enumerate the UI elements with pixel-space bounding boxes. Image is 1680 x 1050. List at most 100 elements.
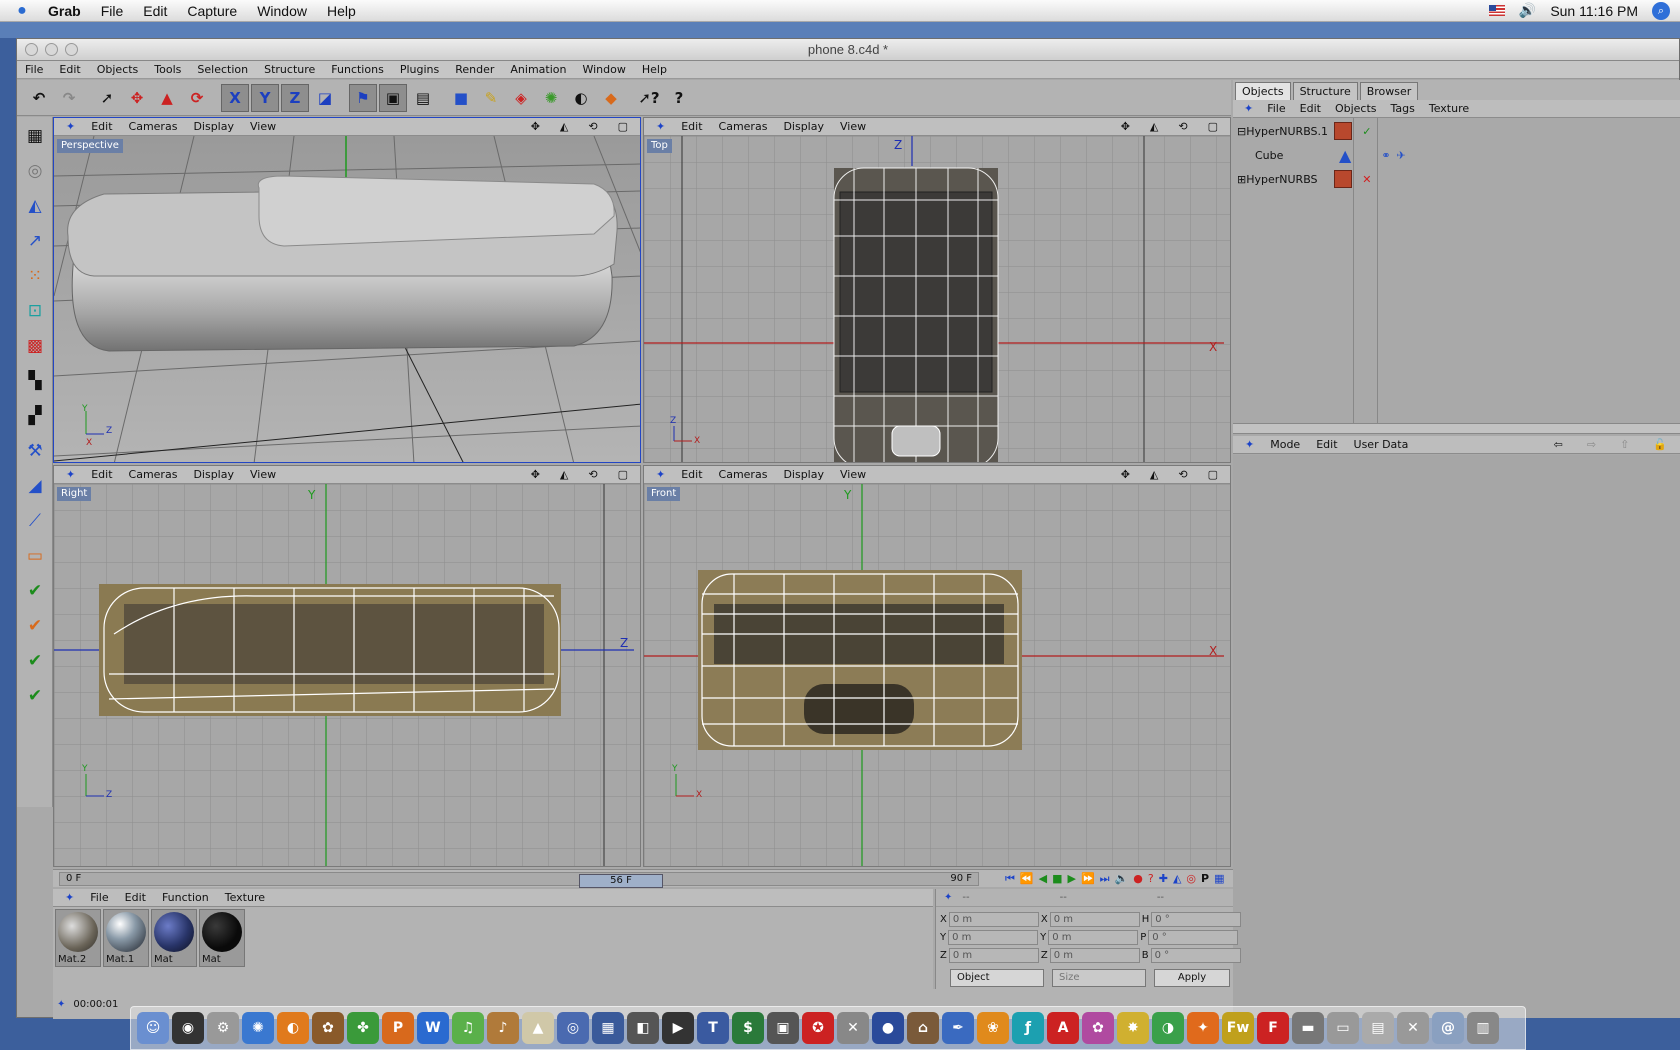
app-icon[interactable]: ✕ bbox=[837, 1012, 869, 1044]
system-preferences-icon[interactable]: ⚙ bbox=[207, 1012, 239, 1044]
rotate-view-icon[interactable]: ⟲ bbox=[1170, 468, 1195, 481]
viewport-perspective[interactable]: ✦ Edit Cameras Display View ✥ ◭ ⟲ ▢ Pers… bbox=[53, 117, 641, 463]
menu-plugins[interactable]: Plugins bbox=[392, 63, 447, 76]
move-tool-icon[interactable]: ✥ bbox=[123, 84, 151, 112]
help-pointer-icon[interactable]: ➚? bbox=[635, 84, 663, 112]
close-window-button[interactable] bbox=[25, 43, 38, 56]
attributes-pin-icon[interactable]: ✦ bbox=[1237, 438, 1262, 451]
viewport-canvas[interactable]: Perspective Y Z X bbox=[54, 135, 640, 462]
keyframe-help-icon[interactable]: ? bbox=[1148, 872, 1154, 886]
material-swatch[interactable]: Mat bbox=[199, 909, 245, 967]
mail-icon[interactable]: @ bbox=[1432, 1012, 1464, 1044]
animation-record-icon[interactable]: ✔ bbox=[19, 610, 51, 642]
y-axis-lock-icon[interactable]: Y bbox=[251, 83, 279, 112]
mat-menu-edit[interactable]: Edit bbox=[117, 891, 154, 904]
phong-tag-icon[interactable]: ⚭ bbox=[1381, 149, 1390, 162]
lock-icon[interactable]: 🔓 bbox=[1645, 438, 1675, 451]
viewport-pin-icon[interactable]: ✦ bbox=[58, 120, 83, 133]
checker-enable-icon[interactable]: ▚ bbox=[19, 365, 51, 397]
list-item[interactable]: Cube ▲ ⚭ ✈ bbox=[1255, 144, 1406, 166]
volume-icon[interactable]: 🔊 bbox=[1519, 2, 1536, 19]
maximize-view-icon[interactable]: ▢ bbox=[610, 120, 636, 133]
array-icon[interactable]: ✺ bbox=[537, 84, 565, 112]
size-z-field[interactable]: 0 m bbox=[1049, 947, 1140, 963]
use-polygons-mode-icon[interactable]: ▩ bbox=[19, 330, 51, 362]
help-icon[interactable]: ? bbox=[665, 84, 693, 112]
viewport-canvas[interactable]: Top Z X Z X bbox=[644, 136, 1230, 462]
size-mode-select[interactable]: Size bbox=[1052, 969, 1146, 987]
app-icon[interactable]: ƒ bbox=[1012, 1012, 1044, 1044]
viewport-canvas[interactable]: Right Y Z Y Z bbox=[54, 484, 640, 866]
camera-icon[interactable]: ✔ bbox=[19, 645, 51, 677]
app-icon[interactable]: Fw bbox=[1222, 1012, 1254, 1044]
app-icon[interactable]: ▬ bbox=[1292, 1012, 1324, 1044]
checker-animate-icon[interactable]: ▞ bbox=[19, 400, 51, 432]
cube-primitive-icon[interactable]: ■ bbox=[447, 84, 475, 112]
rotation-b-field[interactable]: 0 ° bbox=[1150, 947, 1241, 963]
menubar-file[interactable]: File bbox=[91, 3, 134, 19]
app-icon[interactable]: ▭ bbox=[1327, 1012, 1359, 1044]
menu-edit[interactable]: Edit bbox=[51, 63, 88, 76]
window-titlebar[interactable]: phone 8.c4d * bbox=[17, 39, 1679, 61]
app-icon[interactable]: ✪ bbox=[802, 1012, 834, 1044]
position-y-field[interactable]: 0 m bbox=[948, 929, 1039, 945]
use-object-mode-icon[interactable]: ◎ bbox=[19, 155, 51, 187]
menu-window[interactable]: Window bbox=[574, 63, 633, 76]
obj-menu-edit[interactable]: Edit bbox=[1293, 102, 1328, 115]
textedit-icon[interactable]: T bbox=[697, 1012, 729, 1044]
workplane-icon[interactable]: ▭ bbox=[19, 540, 51, 572]
expand-toggle-icon[interactable]: ⊞ bbox=[1237, 173, 1246, 186]
apple-menu-icon[interactable]: ● bbox=[0, 2, 44, 20]
dynamics-icon[interactable]: ✔ bbox=[19, 680, 51, 712]
iron-icon[interactable]: ⟋ bbox=[19, 505, 51, 537]
firefox-icon[interactable]: ◐ bbox=[277, 1012, 309, 1044]
pan-view-icon[interactable]: ✥ bbox=[523, 468, 548, 481]
viewport-top[interactable]: ✦ Edit Cameras Display View ✥ ◭ ⟲ ▢ Top … bbox=[643, 117, 1231, 463]
material-swatch[interactable]: Mat.1 bbox=[103, 909, 149, 967]
use-points-mode-icon[interactable]: ⁙ bbox=[19, 260, 51, 292]
viewport-menu-display[interactable]: Display bbox=[775, 468, 832, 481]
parameter-key-icon[interactable]: P bbox=[1201, 872, 1209, 886]
mat-menu-file[interactable]: File bbox=[82, 891, 116, 904]
app-icon[interactable]: ◑ bbox=[1152, 1012, 1184, 1044]
scale-tool-icon[interactable]: ▲ bbox=[153, 84, 181, 112]
menu-render[interactable]: Render bbox=[447, 63, 502, 76]
list-item[interactable]: ⊟ HyperNURBS.1 ✓ bbox=[1237, 120, 1371, 142]
go-to-start-icon[interactable]: ⏮ bbox=[1005, 872, 1015, 886]
point-level-icon[interactable]: ▦ bbox=[1214, 872, 1224, 886]
tab-structure[interactable]: Structure bbox=[1292, 82, 1358, 100]
z-axis-lock-icon[interactable]: Z bbox=[281, 83, 309, 112]
maximize-view-icon[interactable]: ▢ bbox=[610, 468, 636, 481]
deformer-icon[interactable]: ◐ bbox=[567, 84, 595, 112]
menubar-clock[interactable]: Sun 11:16 PM bbox=[1550, 3, 1638, 19]
use-edges-mode-icon[interactable]: ⊡ bbox=[19, 295, 51, 327]
scene-icon[interactable]: ◆ bbox=[597, 84, 625, 112]
rotation-p-field[interactable]: 0 ° bbox=[1148, 929, 1239, 945]
viewport-menu-display[interactable]: Display bbox=[185, 468, 242, 481]
viewport-menu-edit[interactable]: Edit bbox=[673, 468, 710, 481]
position-x-field[interactable]: 0 m bbox=[948, 911, 1039, 927]
coordinate-mode-select[interactable]: Object bbox=[950, 969, 1044, 987]
material-swatch[interactable]: Mat.2 bbox=[55, 909, 101, 967]
stop-icon[interactable]: ■ bbox=[1052, 872, 1062, 886]
material-pin-icon[interactable]: ✦ bbox=[57, 891, 82, 904]
app-icon[interactable]: ▣ bbox=[767, 1012, 799, 1044]
next-key-icon[interactable]: ⏩ bbox=[1081, 872, 1095, 886]
pan-view-icon[interactable]: ✥ bbox=[523, 120, 548, 133]
viewport-pin-icon[interactable]: ✦ bbox=[58, 468, 83, 481]
zoom-view-icon[interactable]: ◭ bbox=[552, 468, 576, 481]
expand-toggle-icon[interactable]: ⊟ bbox=[1237, 125, 1246, 138]
viewport-right[interactable]: ✦ Edit Cameras Display View ✥ ◭ ⟲ ▢ Righ… bbox=[53, 465, 641, 867]
mat-menu-texture[interactable]: Texture bbox=[217, 891, 273, 904]
pan-view-icon[interactable]: ✥ bbox=[1113, 468, 1138, 481]
object-list-scrollbar[interactable] bbox=[1233, 424, 1680, 434]
zoom-view-icon[interactable]: ◭ bbox=[1142, 468, 1166, 481]
menubar-app-name[interactable]: Grab bbox=[44, 3, 91, 19]
viewport-pin-icon[interactable]: ✦ bbox=[648, 468, 673, 481]
timeline-scrubber[interactable]: 56 F bbox=[579, 874, 663, 888]
app-icon[interactable]: ✦ bbox=[1187, 1012, 1219, 1044]
app-icon[interactable]: ✕ bbox=[1397, 1012, 1429, 1044]
app-icon[interactable]: W bbox=[417, 1012, 449, 1044]
render-picture-viewer-icon[interactable]: ▤ bbox=[409, 84, 437, 112]
app-icon[interactable]: ◧ bbox=[627, 1012, 659, 1044]
